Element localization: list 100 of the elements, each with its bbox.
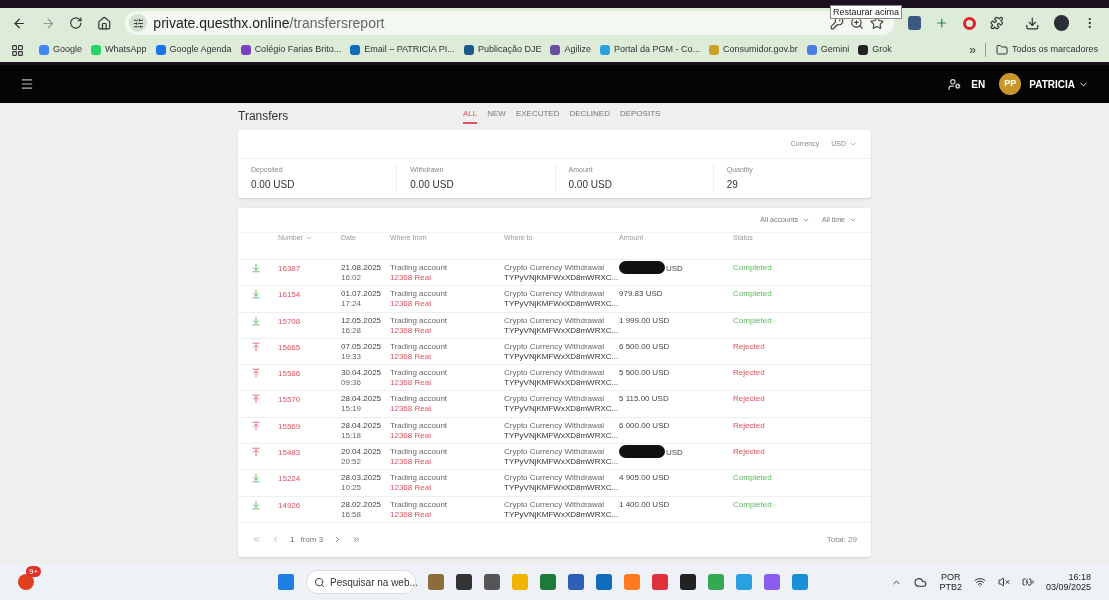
source-account: Trading account xyxy=(390,263,449,273)
transfer-amount: 5 500.00 USD xyxy=(619,368,670,379)
account-number: 12368 Real xyxy=(390,378,432,389)
taskbar-app-icon[interactable] xyxy=(596,574,612,590)
transfer-status: Rejected xyxy=(733,394,766,405)
search-field[interactable]: Pesquisar na web... xyxy=(306,570,416,594)
battery-icon[interactable] xyxy=(1021,576,1034,588)
apps-icon[interactable] xyxy=(11,43,24,57)
transfer-time: 17:24 xyxy=(341,299,363,310)
more-bookmarks[interactable]: » xyxy=(969,41,976,59)
input-language[interactable]: POR xyxy=(940,572,961,582)
transfer-number[interactable]: 15570 xyxy=(278,394,341,407)
transfer-date: 28.02.2025 xyxy=(341,499,383,510)
transfer-status: Rejected xyxy=(733,447,766,458)
download-icon[interactable] xyxy=(1025,15,1040,31)
extensions-icon[interactable] xyxy=(989,16,1004,30)
transfer-time: 16:58 xyxy=(341,509,363,520)
bookmark-item[interactable]: Consumidor.gov.br xyxy=(708,43,798,57)
account-number: 12368 Real xyxy=(390,457,432,468)
transfer-time: 16:28 xyxy=(341,325,363,336)
destination-type: Crypto Currency Withdrawal xyxy=(504,499,606,510)
source-account: Trading account xyxy=(390,341,449,352)
taskbar-app-icon[interactable] xyxy=(764,574,780,590)
user-settings-icon[interactable] xyxy=(948,77,962,91)
taskbar-app-icon[interactable] xyxy=(568,574,584,590)
menu-icon[interactable] xyxy=(20,77,34,91)
bookmark-item[interactable]: Publicação DJE xyxy=(463,43,542,57)
transfer-number[interactable]: 15569 xyxy=(278,420,341,433)
bookmark-item[interactable]: Email – PATRICIA PI... xyxy=(350,43,455,57)
transfer-time: 19:33 xyxy=(341,351,363,362)
transfer-number[interactable]: 15224 xyxy=(278,473,341,486)
cloud-icon[interactable] xyxy=(914,575,928,589)
user-menu[interactable]: PATRICIA xyxy=(1029,76,1089,92)
bookmark-item[interactable]: Colégio Farias Brito... xyxy=(240,43,342,57)
bookmark-star-icon[interactable] xyxy=(869,16,884,30)
wifi-icon[interactable] xyxy=(973,576,986,588)
caret-icon xyxy=(849,216,857,224)
bookmark-item[interactable]: Agilize xyxy=(550,43,591,57)
keyboard-layout[interactable]: PTB2 xyxy=(939,582,962,592)
site-settings-icon[interactable] xyxy=(129,14,148,32)
profile-avatar[interactable] xyxy=(1053,15,1070,31)
wallet-address: TYPyVNjKMFWxXD8mWRXC... xyxy=(504,351,619,362)
clock-date[interactable]: 03/09/2025 xyxy=(1045,582,1091,592)
source-account: Trading account xyxy=(390,394,449,405)
tooltip: Restaurar acima xyxy=(830,5,903,19)
transfer-date: 21.08.2025 xyxy=(341,263,383,273)
transfer-date: 30.04.2025 xyxy=(341,368,383,379)
filter-tab[interactable]: DECLINED xyxy=(569,108,610,124)
last-page-icon[interactable] xyxy=(352,535,362,545)
taskbar-app-icon[interactable] xyxy=(456,574,472,590)
wallet-address: TYPyVNjKMFWxXD8mWRXC... xyxy=(504,404,619,415)
page-number[interactable]: 1 xyxy=(290,533,295,546)
filter-tab[interactable]: EXECUTED xyxy=(515,108,560,124)
transfer-amount: 5 115.00 USD xyxy=(619,394,669,405)
transfer-number[interactable]: 15483 xyxy=(278,447,341,460)
bookmark-item[interactable]: WhatsApp xyxy=(91,43,147,57)
transfer-amount: 4 905.00 USD xyxy=(619,473,670,484)
bookmark-item[interactable]: Google xyxy=(39,43,83,57)
transfer-time: 09:36 xyxy=(341,378,363,389)
wallet-address: TYPyVNjKMFWxXD8mWRXC... xyxy=(504,325,619,336)
bookmark-item[interactable]: Gemini xyxy=(806,43,850,57)
previous-page-icon[interactable] xyxy=(271,535,280,545)
key-icon[interactable] xyxy=(829,16,844,30)
zoom-icon[interactable] xyxy=(849,16,864,30)
filter-tab[interactable]: NEW xyxy=(487,108,506,124)
destination-type: Crypto Currency Withdrawal xyxy=(504,420,606,431)
plus-icon[interactable] xyxy=(935,16,949,30)
transfer-number[interactable]: 15586 xyxy=(278,368,341,381)
wallet-address: TYPyVNjKMFWxXD8mWRXC... xyxy=(504,509,619,520)
transfer-status: Completed xyxy=(733,473,773,484)
transfer-number[interactable]: 14926 xyxy=(278,499,341,512)
clock-time[interactable]: 16:18 xyxy=(1068,572,1091,582)
taskbar-app-icon[interactable] xyxy=(540,574,556,590)
bookmark-item[interactable]: Google Agenda xyxy=(155,43,232,57)
caret-icon xyxy=(802,216,811,224)
taskbar-app-icon[interactable] xyxy=(484,574,500,590)
taskbar-app-icon[interactable] xyxy=(680,574,696,590)
bookmark-item[interactable]: Portal da PGM - Co... xyxy=(599,43,700,57)
filter-tab[interactable]: DEPOSITS xyxy=(619,108,661,124)
language-selector[interactable]: EN xyxy=(971,76,986,92)
muted-speaker-icon[interactable] xyxy=(997,576,1010,588)
taskbar-app-icon[interactable] xyxy=(428,574,444,590)
transfer-date: 07.05.2025 xyxy=(341,341,383,352)
destination-type: Crypto Currency Withdrawal xyxy=(504,447,606,458)
transfer-number[interactable]: 15665 xyxy=(278,341,341,354)
transfer-number[interactable]: 16154 xyxy=(278,289,341,302)
wallet-address: TYPyVNjKMFWxXD8mWRXC... xyxy=(504,483,619,494)
transfer-status: Completed xyxy=(733,315,773,326)
transfer-number[interactable]: 16387 xyxy=(278,263,341,275)
reload-icon[interactable] xyxy=(69,16,83,30)
wallet-address: TYPyVNjKMFWxXD8mWRXC... xyxy=(504,457,619,468)
source-account: Trading account xyxy=(390,289,449,300)
transfer-date: 20.04.2025 xyxy=(341,447,383,458)
bookmark-item[interactable]: Grok xyxy=(858,43,892,57)
search-icon xyxy=(314,576,325,588)
summary-value: 0.00 USD xyxy=(568,178,613,193)
home-icon[interactable] xyxy=(96,15,112,31)
all-bookmarks[interactable]: Todos os marcadores xyxy=(984,43,1098,57)
account-number: 12368 Real xyxy=(390,509,432,520)
transfer-number[interactable]: 15708 xyxy=(278,315,341,328)
